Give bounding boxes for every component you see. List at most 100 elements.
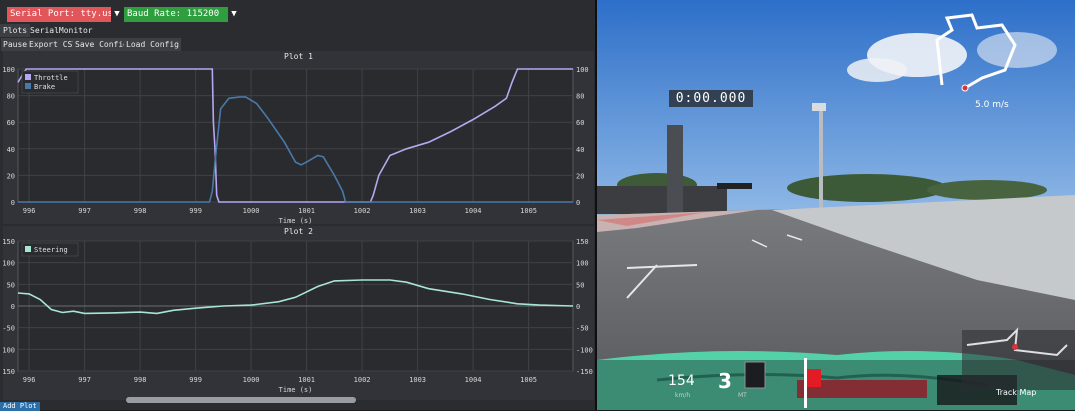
gear-indicator: 3 [718, 369, 732, 393]
y-tick-label: 100 [576, 66, 589, 74]
save-config-button[interactable]: Save Config [73, 38, 130, 51]
tab-plots[interactable]: Plots [0, 24, 31, 37]
x-axis-label: Time (s) [279, 386, 313, 394]
x-tick-label: 999 [189, 207, 202, 215]
plot-area[interactable] [17, 68, 574, 203]
track-map-label: Track Map [996, 388, 1037, 397]
x-tick-label: 1004 [465, 207, 482, 215]
speed-ms-value: 5.0 [975, 100, 990, 110]
legend-label: Throttle [34, 74, 68, 82]
x-tick-label: 1005 [520, 207, 537, 215]
y-tick-label: 0 [576, 199, 580, 207]
load-config-button[interactable]: Load Config [124, 38, 181, 51]
x-tick-label: 1003 [409, 376, 426, 384]
trees [787, 174, 947, 202]
y-tick-label: 100 [576, 260, 589, 268]
y-tick-label: 150 [3, 238, 15, 246]
light-tower [667, 125, 683, 215]
y-tick-label: 50 [576, 281, 584, 289]
plot-1-panel: Plot 1 0 0 20 20 40 40 60 60 80 80 100 100 996 997 998… [3, 51, 594, 224]
speed-kmh: 154 [668, 373, 695, 389]
game-view [597, 0, 1075, 410]
horizontal-scrollbar[interactable] [126, 397, 356, 403]
y-tick-label: 20 [576, 172, 584, 180]
lamp-post [819, 105, 823, 210]
x-tick-label: 1005 [520, 376, 537, 384]
y-tick-label: 80 [576, 93, 584, 101]
y-tick-label: -100 [576, 346, 593, 354]
baud-rate-select[interactable]: Baud Rate: 115200 [124, 7, 228, 22]
connection-bar: Serial Port: tty.usbseria ▼ Baud Rate: 1… [0, 4, 595, 22]
x-tick-label: 1002 [354, 376, 371, 384]
transmission-mode: MT [738, 392, 747, 399]
speed-ms-unit: m/s [992, 100, 1009, 110]
legend-swatch[interactable] [25, 246, 31, 252]
legend-swatch[interactable] [25, 83, 31, 89]
y-tick-label: -50 [576, 325, 589, 333]
x-tick-label: 999 [189, 376, 202, 384]
x-tick-label: 998 [134, 376, 147, 384]
legend-label: Brake [34, 83, 55, 91]
y-tick-label: -150 [576, 368, 593, 376]
shift-indicator [744, 361, 766, 389]
y-tick-label: 60 [576, 119, 584, 127]
serial-plotter-app: Serial Port: tty.usbseria ▼ Baud Rate: 1… [0, 0, 595, 411]
x-tick-label: 1000 [243, 376, 260, 384]
tab-bar: Plots SerialMonitor [0, 24, 595, 38]
x-tick-label: 1001 [298, 207, 315, 215]
game-scene [597, 0, 1075, 410]
lamp-head [812, 103, 826, 111]
plot-2-chart[interactable]: -150 -150 -100 -100 -50 -50 0 0 50 50 100 100 150 150… [3, 226, 594, 400]
rev-limit-indicator [805, 369, 821, 387]
x-tick-label: 1004 [465, 376, 482, 384]
minimap-car-marker [961, 84, 969, 92]
speed-unit: km/h [675, 392, 691, 399]
export-csv-button[interactable]: Export CSV [27, 38, 80, 51]
grandstand [597, 186, 727, 214]
plot-1-chart[interactable]: 0 0 20 20 40 40 60 60 80 80 100 100 996 997 998 999 1000… [3, 51, 594, 224]
y-tick-label: -150 [3, 368, 15, 376]
lap-timer: 0:00.000 [669, 90, 753, 107]
y-tick-label: 0 [11, 199, 15, 207]
y-tick-label: 40 [7, 146, 15, 154]
cloud [847, 58, 907, 82]
x-axis-label: Time (s) [279, 217, 313, 224]
y-tick-label: 60 [7, 119, 15, 127]
track-map-panel [962, 330, 1075, 390]
x-tick-label: 998 [134, 207, 147, 215]
y-tick-label: 150 [576, 238, 589, 246]
speed-ms-readout: 5.0 m/s [975, 100, 1009, 110]
track-map-marker [1012, 344, 1018, 350]
chevron-down-icon[interactable]: ▼ [111, 7, 123, 22]
y-tick-label: 0 [11, 303, 15, 311]
plot-toolbar: Pause Export CSV Save Config Load Config [0, 38, 595, 52]
chevron-down-icon[interactable]: ▼ [228, 7, 240, 22]
y-tick-label: -50 [3, 325, 15, 333]
plot-2-panel: Plot 2 -150-150-100-100-50-5000505010010… [3, 226, 594, 400]
gantry [717, 183, 752, 189]
x-tick-label: 1003 [409, 207, 426, 215]
legend-swatch[interactable] [25, 74, 31, 80]
pause-button[interactable]: Pause [1, 38, 30, 51]
x-tick-label: 1001 [298, 376, 315, 384]
y-tick-label: 50 [7, 281, 15, 289]
y-tick-label: 0 [576, 303, 580, 311]
x-tick-label: 997 [78, 376, 91, 384]
x-tick-label: 1000 [243, 207, 260, 215]
legend-label: Steering [34, 246, 68, 254]
hud-separator [804, 358, 807, 408]
y-tick-label: 80 [7, 93, 15, 101]
y-tick-label: 20 [7, 172, 15, 180]
x-tick-label: 996 [23, 207, 36, 215]
cloud [977, 32, 1057, 68]
y-tick-label: -100 [3, 346, 15, 354]
y-tick-label: 100 [3, 260, 15, 268]
x-tick-label: 1002 [354, 207, 371, 215]
serial-port-select[interactable]: Serial Port: tty.usbseria [7, 7, 111, 22]
trees [927, 180, 1047, 200]
y-tick-label: 40 [576, 146, 584, 154]
x-tick-label: 996 [23, 376, 36, 384]
x-tick-label: 997 [78, 207, 91, 215]
tab-serial-monitor[interactable]: SerialMonitor [27, 24, 96, 37]
y-tick-label: 100 [3, 66, 15, 74]
